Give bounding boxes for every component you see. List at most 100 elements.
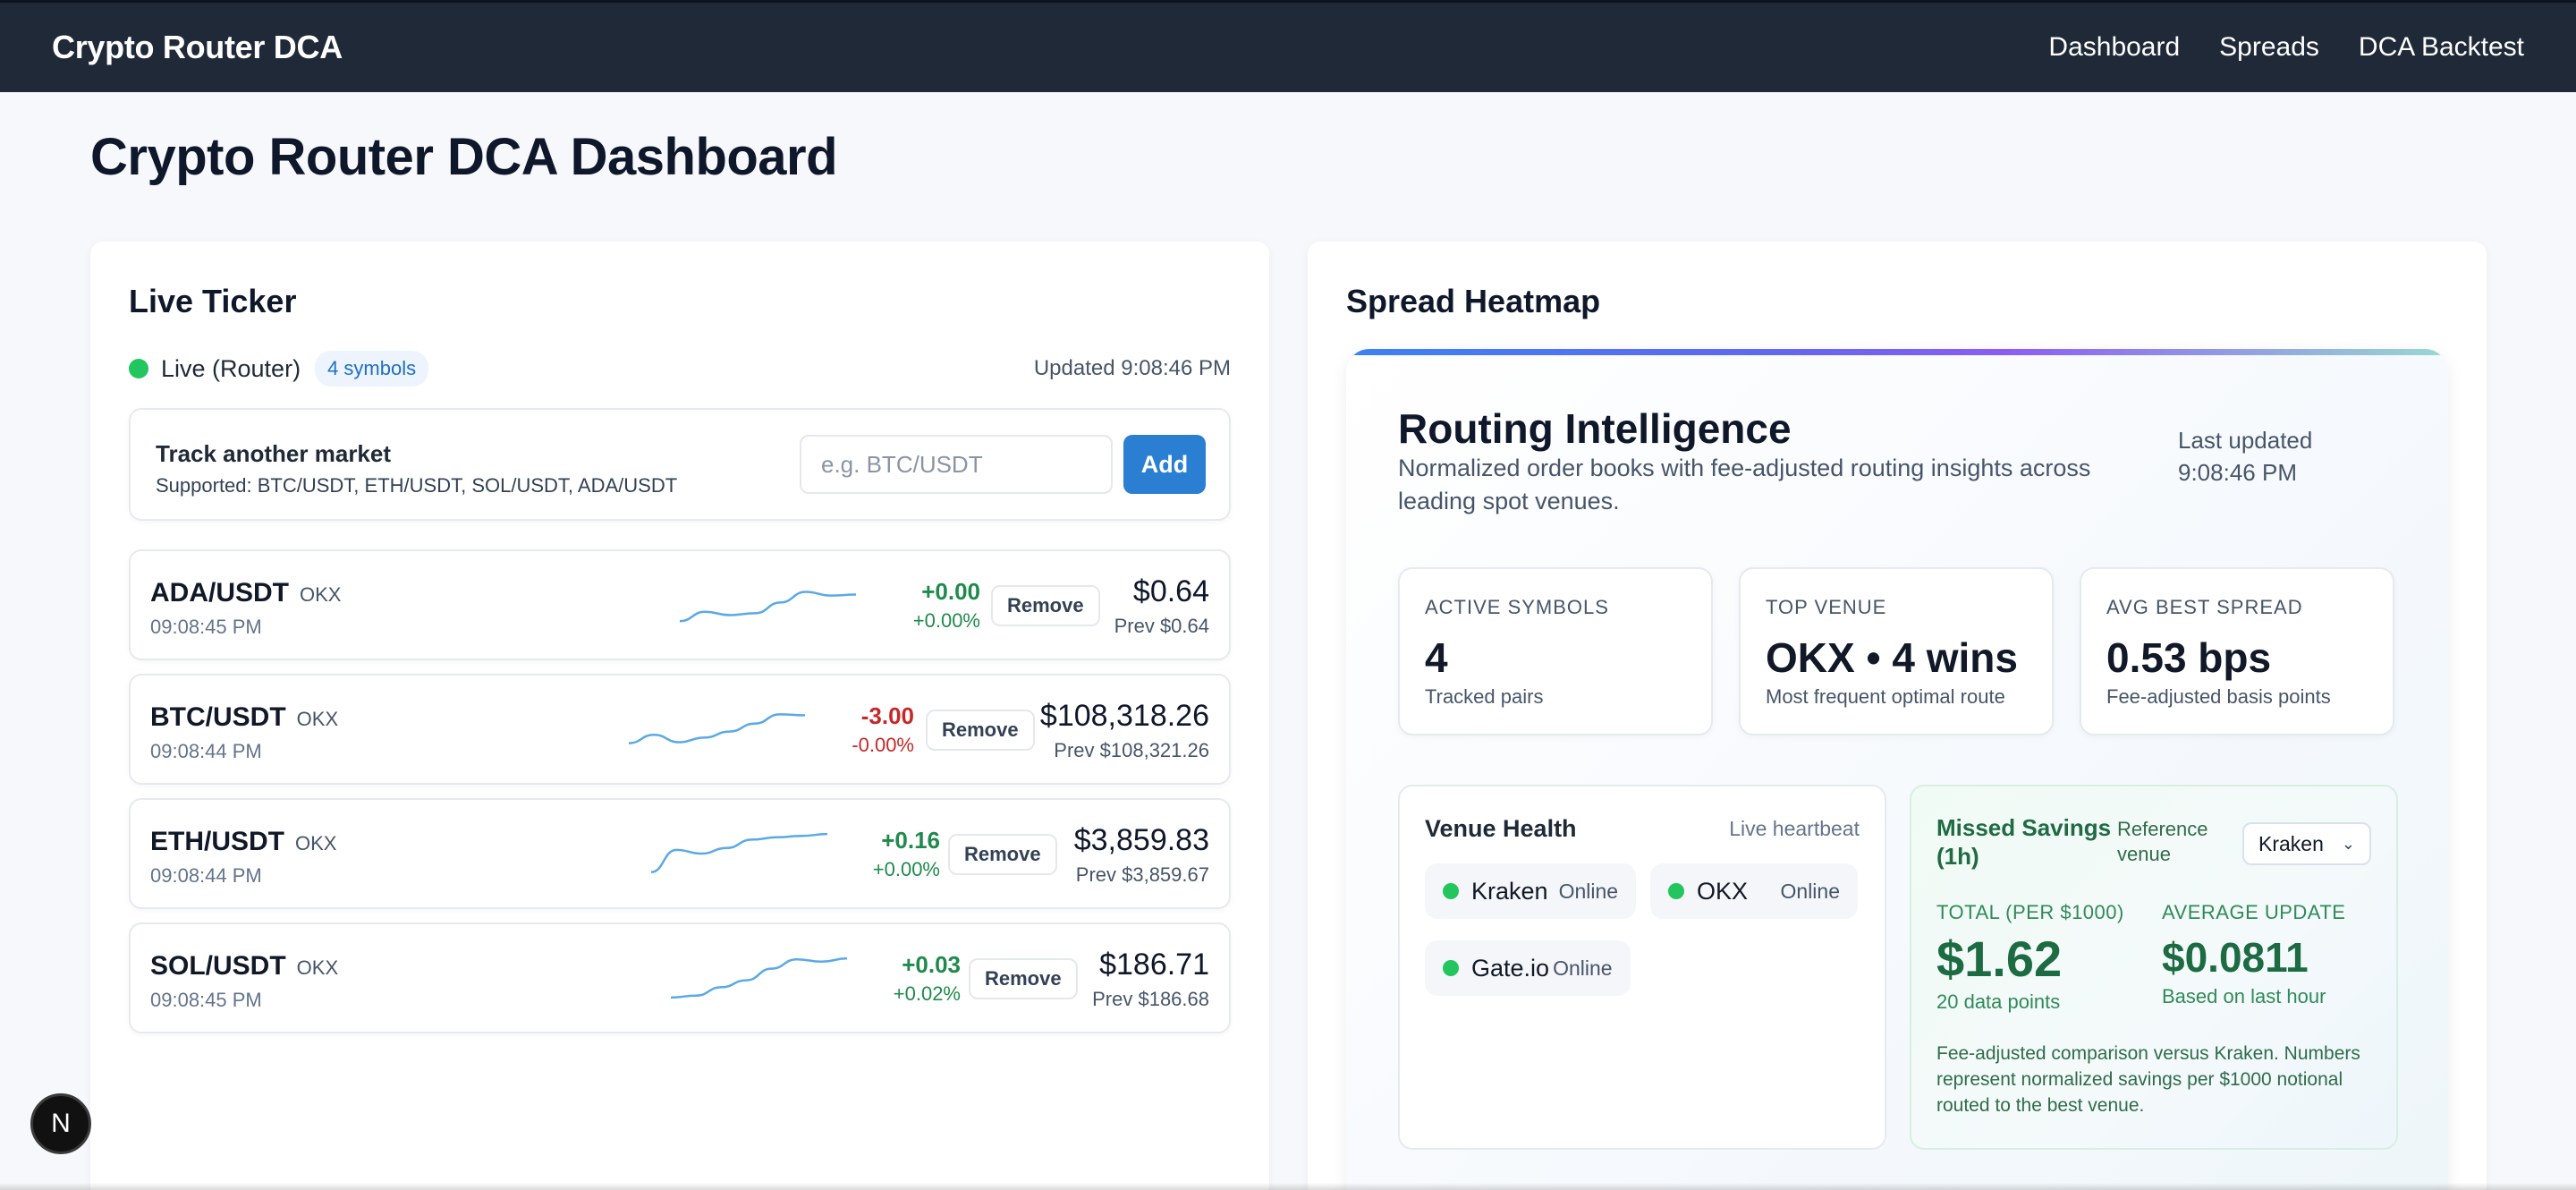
stat-card-avg-best-spread: AVG BEST SPREAD 0.53 bps Fee-adjusted ba…: [2080, 567, 2394, 735]
ticker-row: ETH/USDT OKX 09:08:44 PM +0.16 +0.00% Rem…: [129, 798, 1231, 909]
ticker-time: 09:08:44 PM: [150, 864, 262, 887]
live-heartbeat-label: Live heartbeat: [1729, 817, 1860, 840]
ticker-sparkline: [628, 713, 806, 744]
track-market-input[interactable]: [800, 435, 1113, 494]
app-brand[interactable]: Crypto Router DCA: [52, 29, 343, 66]
sparkline-path: [679, 591, 857, 623]
stat-value: OKX • 4 wins: [1766, 634, 2018, 681]
online-dot-icon: [1443, 960, 1459, 976]
reference-venue-select[interactable]: Kraken ⌄: [2242, 822, 2371, 865]
ticker-sparkline: [670, 956, 848, 999]
sparkline-path: [628, 713, 806, 744]
venue-status: Online: [1558, 879, 1619, 903]
venue-chip-gateio: Gate.io Online: [1425, 940, 1631, 996]
venue-name: Gate.io: [1471, 954, 1550, 982]
ticker-time: 09:08:45 PM: [150, 616, 262, 638]
online-dot-icon: [1668, 883, 1684, 899]
ticker-change-pct: +0.00%: [872, 858, 940, 880]
ticker-time: 09:08:44 PM: [150, 740, 262, 762]
live-status-label: Live (Router): [161, 354, 301, 382]
venue-status: Online: [1780, 879, 1840, 903]
stat-note: Most frequent optimal route: [1766, 685, 2005, 708]
venue-health-title: Venue Health: [1425, 815, 1577, 842]
ticker-change: +0.00: [921, 578, 980, 605]
venue-chip-kraken: Kraken Online: [1425, 863, 1637, 919]
ticker-prev-price: Prev $108,321.26: [1054, 739, 1209, 761]
total-value: $1.62: [1936, 931, 2063, 987]
average-update-label: AVERAGE UPDATE: [2162, 901, 2346, 923]
top-navbar: Crypto Router DCA Dashboard Spreads DCA …: [0, 0, 2576, 92]
last-updated-time: 9:08:46 PM: [2178, 459, 2297, 486]
ticker-symbol: ADA/USDT: [150, 578, 289, 608]
ticker-change-pct: +0.02%: [893, 982, 961, 1005]
ticker-change-pct: +0.00%: [912, 609, 980, 632]
ticker-sparkline: [650, 832, 828, 874]
ticker-price: $186.71: [1099, 948, 1209, 982]
dev-tools-badge[interactable]: N: [30, 1093, 91, 1154]
ticker-venue: OKX: [295, 832, 337, 854]
ticker-prev-price: Prev $3,859.67: [1075, 863, 1209, 886]
live-ticker-card: Live Ticker Live (Router) 4 symbols Upda…: [90, 242, 1269, 1190]
venue-health-card: Venue Health Live heartbeat Kraken Onlin…: [1398, 785, 1886, 1150]
total-note: 20 data points: [1936, 990, 2061, 1013]
ticker-row: SOL/USDT OKX 09:08:45 PM +0.03 +0.02% Rem…: [129, 922, 1231, 1033]
routing-accent-bar: [1346, 349, 2448, 355]
ticker-row: BTC/USDT OKX 09:08:44 PM -3.00 -0.00% Rem…: [129, 674, 1231, 785]
nav-links: Dashboard Spreads DCA Backtest: [2048, 32, 2524, 63]
stat-note: Tracked pairs: [1425, 685, 1544, 708]
missed-savings-card: Missed Savings (1h) Reference venue Krak…: [1910, 785, 2398, 1150]
remove-ticker-button[interactable]: Remove: [991, 585, 1100, 626]
total-label: TOTAL (PER $1000): [1936, 901, 2124, 923]
sparkline-path: [650, 832, 828, 874]
ticker-updated-time: Updated 9:08:46 PM: [1033, 356, 1231, 380]
stat-note: Fee-adjusted basis points: [2106, 685, 2331, 708]
stat-card-top-venue: TOP VENUE OKX • 4 wins Most frequent opt…: [1739, 567, 2054, 735]
ticker-prev-price: Prev $186.68: [1092, 988, 1209, 1010]
spread-heatmap-title: Spread Heatmap: [1346, 283, 1601, 319]
online-dot-icon: [1443, 883, 1459, 899]
ticker-price: $0.64: [1132, 574, 1209, 608]
routing-last-updated: Last updated 9:08:46 PM: [2178, 424, 2375, 489]
spread-heatmap-card: Spread Heatmap Routing Intelligence Norm…: [1308, 242, 2487, 1190]
live-status-dot-icon: [129, 359, 148, 378]
average-update-note: Based on last hour: [2162, 985, 2326, 1007]
nav-link-spreads[interactable]: Spreads: [2219, 32, 2319, 63]
reference-venue-value: Kraken: [2258, 831, 2324, 855]
nav-link-dashboard[interactable]: Dashboard: [2048, 32, 2180, 63]
ticker-row: ADA/USDT OKX 09:08:45 PM +0.00 +0.00% Rem…: [129, 549, 1231, 660]
venue-status: Online: [1553, 956, 1613, 980]
stat-label: ACTIVE SYMBOLS: [1425, 596, 1609, 618]
bottom-shadow: [0, 1183, 2576, 1190]
missed-savings-title: Missed Savings (1h): [1936, 814, 2112, 870]
ticker-price: $3,859.83: [1073, 823, 1209, 857]
venue-name: Kraken: [1471, 877, 1548, 905]
sparkline-path: [670, 956, 848, 999]
ticker-symbol: SOL/USDT: [150, 951, 286, 981]
stat-card-active-symbols: ACTIVE SYMBOLS 4 Tracked pairs: [1398, 567, 1713, 735]
average-update-value: $0.0811: [2162, 934, 2309, 981]
stat-label: TOP VENUE: [1766, 596, 1887, 618]
routing-intelligence-panel: Routing Intelligence Normalized order bo…: [1346, 349, 2448, 1190]
ticker-symbol: ETH/USDT: [150, 827, 284, 856]
remove-ticker-button[interactable]: Remove: [948, 834, 1057, 875]
track-market-title: Track another market: [156, 440, 392, 467]
remove-ticker-button[interactable]: Remove: [926, 710, 1035, 751]
missed-savings-footnote: Fee-adjusted comparison versus Kraken. N…: [1936, 1043, 2360, 1116]
ticker-change: +0.03: [902, 951, 961, 978]
symbol-count-badge: 4 symbols: [315, 351, 429, 387]
ticker-change: +0.16: [881, 827, 940, 854]
ticker-symbol: BTC/USDT: [150, 702, 286, 732]
track-market-supported: Supported: BTC/USDT, ETH/USDT, SOL/USDT,…: [156, 474, 678, 497]
remove-ticker-button[interactable]: Remove: [969, 958, 1078, 999]
reference-venue-label: Reference venue: [2117, 818, 2208, 865]
routing-title: Routing Intelligence: [1398, 405, 1792, 452]
nav-link-dca-backtest[interactable]: DCA Backtest: [2359, 32, 2524, 63]
stat-label: AVG BEST SPREAD: [2106, 596, 2303, 618]
venue-chip-okx: OKX Online: [1650, 863, 1858, 919]
venue-name: OKX: [1697, 877, 1749, 905]
routing-subtitle: Normalized order books with fee-adjusted…: [1398, 455, 2091, 514]
ticker-venue: OKX: [296, 956, 339, 979]
ticker-prev-price: Prev $0.64: [1114, 615, 1209, 637]
ticker-venue: OKX: [296, 708, 339, 730]
add-market-button[interactable]: Add: [1123, 435, 1206, 494]
